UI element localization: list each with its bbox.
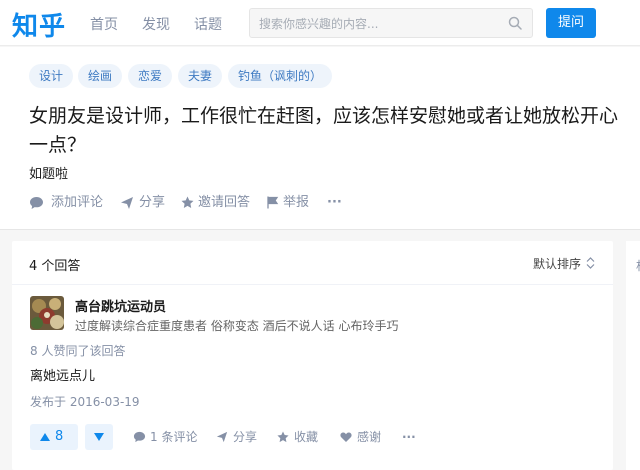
topic-tag[interactable]: 恋爱 [128,64,173,88]
star-icon [277,431,289,443]
upvote-count: 8 [55,429,64,444]
nav-topics[interactable]: 话题 [194,14,222,34]
answer-share-button[interactable]: 分享 [216,427,264,447]
upvote-button[interactable]: 8 [30,424,78,450]
triangle-up-icon [40,433,50,441]
share-icon [121,197,133,209]
topic-tag[interactable]: 设计 [29,64,74,88]
thanks-button[interactable]: 感谢 [340,427,388,447]
share-icon [216,431,228,443]
avatar[interactable] [30,296,64,330]
sort-label: 默认排序 [532,257,581,271]
search-icon[interactable] [508,16,522,30]
sort-chevron-icon [586,257,595,269]
triangle-down-icon [94,433,104,441]
star-icon [181,196,194,208]
heart-icon [340,432,352,442]
add-comment-button[interactable]: 添加评论 [29,193,109,213]
search-box [249,8,533,38]
answer-more-button[interactable]: ··· [402,427,422,447]
side-panel-label: 相 [636,257,640,274]
question-title: 女朋友是设计师，工作很忙在赶图，应该怎样安慰她或者让她放松开心一点？ [29,105,619,156]
search-input[interactable] [259,15,499,33]
more-options-button[interactable]: ··· [327,193,347,213]
side-panel: 相 [626,241,640,470]
avatar-image [30,296,64,330]
author-name[interactable]: 高台跳坑运动员 [75,296,166,315]
answer-count: 4 个回答 [29,259,81,274]
answer-date[interactable]: 发布于 2016-03-19 [30,393,140,410]
flag-icon [267,196,279,209]
upvote-summary[interactable]: 8 人赞同了该回答 [30,342,125,359]
topic-tag[interactable]: 绘画 [78,64,123,88]
answers-card: 4 个回答 默认排序 高台跳坑运动员 过度解读综合症重度患者 俗称变态 酒后不说… [12,241,613,470]
answers-header: 4 个回答 默认排序 [12,241,613,285]
top-bar: 知乎 首页 发现 话题 提问 [0,0,640,46]
question-description: 如题啦 [29,167,69,182]
topic-tag[interactable]: 钓鱼（讽刺的） [228,64,333,88]
nav-home[interactable]: 首页 [90,14,118,34]
zhihu-logo[interactable]: 知乎 [12,6,66,43]
sort-dropdown[interactable]: 默认排序 [533,255,595,272]
question-card: 设计 绘画 恋爱 夫妻 钓鱼（讽刺的） 女朋友是设计师，工作很忙在赶图，应该怎样… [0,47,640,230]
share-button[interactable]: 分享 [120,193,170,213]
comment-icon [30,197,43,209]
comments-button[interactable]: 1 条评论 [133,427,203,447]
invite-answer-button[interactable]: 邀请回答 [181,193,261,213]
nav-explore[interactable]: 发现 [142,14,170,34]
collect-button[interactable]: 收藏 [277,427,325,447]
answer-actions: 8 1 条评论 分享 收藏 感谢 ··· [30,424,590,450]
answer-content: 离她远点儿 [30,369,96,384]
topic-tag[interactable]: 夫妻 [178,64,223,88]
comment-icon [133,431,146,443]
downvote-button[interactable] [85,424,113,450]
ask-question-button[interactable]: 提问 [546,8,596,38]
report-button[interactable]: 举报 [267,193,312,213]
author-bio: 过度解读综合症重度患者 俗称变态 酒后不说人话 心布玲手巧 [75,319,399,333]
